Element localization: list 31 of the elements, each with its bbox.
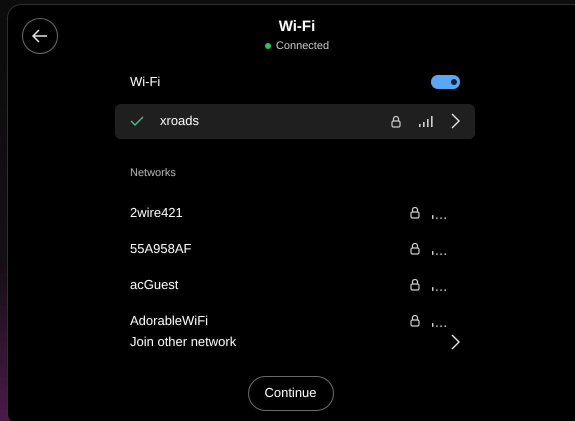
- chevron-right-icon: [451, 334, 460, 350]
- network-name: 2wire421: [130, 204, 184, 222]
- join-other-network-label: Join other network: [130, 332, 238, 351]
- lock-icon: [391, 114, 401, 128]
- signal-icon: [432, 250, 446, 254]
- network-name: 55A958AF: [130, 240, 192, 258]
- network-row[interactable]: 55A958AF: [115, 230, 475, 266]
- lock-icon: [410, 278, 420, 291]
- back-arrow-icon: [32, 29, 48, 43]
- join-other-network-row[interactable]: Join other network: [115, 328, 475, 354]
- signal-icon: [432, 322, 446, 326]
- network-row[interactable]: 2wire421: [115, 194, 475, 230]
- signal-icon: [432, 286, 446, 290]
- lock-icon: [410, 206, 420, 219]
- continue-button[interactable]: Continue: [248, 376, 334, 410]
- network-row[interactable]: acGuest: [115, 266, 475, 302]
- network-name: acGuest: [130, 276, 180, 294]
- lock-icon: [410, 242, 420, 255]
- back-button[interactable]: [22, 18, 58, 54]
- status-text: Connected: [276, 39, 330, 54]
- signal-icon: [432, 214, 446, 218]
- network-name: xroads: [160, 112, 200, 130]
- page-title: Wi-Fi: [278, 18, 316, 36]
- chevron-right-icon: [451, 113, 460, 129]
- connected-network-row[interactable]: xroads: [115, 104, 475, 138]
- wifi-toggle[interactable]: [431, 74, 460, 88]
- networks-heading: Networks: [129, 166, 177, 178]
- lock-icon: [410, 314, 420, 327]
- network-name: AdorableWiFi: [130, 312, 210, 330]
- wifi-label: Wi-Fi: [130, 72, 160, 91]
- signal-icon: [419, 115, 435, 127]
